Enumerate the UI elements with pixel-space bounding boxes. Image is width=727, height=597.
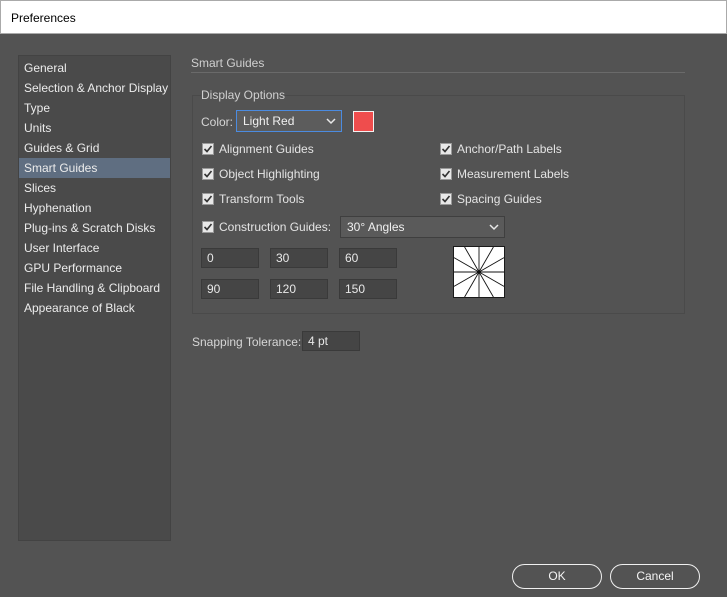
checkbox-checked-icon: [202, 221, 214, 233]
checkbox-checked-icon: [440, 168, 452, 180]
construction-guides-checkbox[interactable]: Construction Guides:: [202, 220, 331, 234]
chevron-down-icon: [488, 217, 500, 237]
sidebar-item-guides-grid[interactable]: Guides & Grid: [19, 138, 170, 158]
sidebar-item-type[interactable]: Type: [19, 98, 170, 118]
checkbox-checked-icon: [202, 168, 214, 180]
title-bar: Preferences: [0, 0, 727, 34]
display-options-label: Display Options: [201, 88, 286, 102]
section-divider: [191, 72, 685, 73]
chevron-down-icon: [325, 111, 337, 131]
spacing-guides-checkbox[interactable]: Spacing Guides: [440, 192, 542, 206]
angle-field-1[interactable]: 0: [201, 248, 259, 268]
object-highlighting-label: Object Highlighting: [219, 167, 320, 181]
checkbox-checked-icon: [202, 193, 214, 205]
sidebar-item-user-interface[interactable]: User Interface: [19, 238, 170, 258]
checkbox-checked-icon: [202, 143, 214, 155]
angle-field-4[interactable]: 90: [201, 279, 259, 299]
checkbox-checked-icon: [440, 193, 452, 205]
angle-field-3[interactable]: 60: [339, 248, 397, 268]
spacing-guides-label: Spacing Guides: [457, 192, 542, 206]
sidebar-item-slices[interactable]: Slices: [19, 178, 170, 198]
sidebar-item-selection-anchor-display[interactable]: Selection & Anchor Display: [19, 78, 170, 98]
alignment-guides-checkbox[interactable]: Alignment Guides: [202, 142, 314, 156]
section-title: Smart Guides: [191, 56, 265, 70]
color-dropdown[interactable]: Light Red: [236, 110, 342, 132]
alignment-guides-label: Alignment Guides: [219, 142, 314, 156]
sidebar-item-hyphenation[interactable]: Hyphenation: [19, 198, 170, 218]
angle-field-2[interactable]: 30: [270, 248, 328, 268]
transform-tools-label: Transform Tools: [219, 192, 305, 206]
sidebar-item-general[interactable]: General: [19, 58, 170, 78]
construction-guides-label: Construction Guides:: [219, 220, 332, 234]
measurement-labels-checkbox[interactable]: Measurement Labels: [440, 167, 569, 181]
color-label: Color:: [201, 115, 234, 129]
sidebar-item-plugins-scratch-disks[interactable]: Plug-ins & Scratch Disks: [19, 218, 170, 238]
snapping-tolerance-label: Snapping Tolerance:: [192, 335, 302, 349]
anchor-path-labels-checkbox[interactable]: Anchor/Path Labels: [440, 142, 562, 156]
checkbox-checked-icon: [440, 143, 452, 155]
ok-button[interactable]: OK: [512, 564, 602, 589]
sidebar-item-gpu-performance[interactable]: GPU Performance: [19, 258, 170, 278]
transform-tools-checkbox[interactable]: Transform Tools: [202, 192, 304, 206]
sidebar-item-file-handling-clipboard[interactable]: File Handling & Clipboard: [19, 278, 170, 298]
angles-preview: [453, 246, 505, 298]
window-title: Preferences: [11, 11, 76, 25]
color-dropdown-value: Light Red: [243, 114, 295, 128]
angle-field-5[interactable]: 120: [270, 279, 328, 299]
angle-field-6[interactable]: 150: [339, 279, 397, 299]
snapping-tolerance-input[interactable]: 4 pt: [302, 331, 360, 351]
sidebar-item-units[interactable]: Units: [19, 118, 170, 138]
sidebar-item-appearance-of-black[interactable]: Appearance of Black: [19, 298, 170, 318]
sidebar-item-smart-guides[interactable]: Smart Guides: [19, 158, 170, 178]
cancel-button[interactable]: Cancel: [610, 564, 700, 589]
angle-preview-icon: [453, 246, 505, 298]
measurement-labels-label: Measurement Labels: [457, 167, 570, 181]
construction-guides-value: 30° Angles: [347, 220, 405, 234]
anchor-path-labels-label: Anchor/Path Labels: [457, 142, 562, 156]
object-highlighting-checkbox[interactable]: Object Highlighting: [202, 167, 320, 181]
color-swatch[interactable]: [353, 111, 374, 132]
dialog-body: General Selection & Anchor Display Type …: [0, 34, 727, 597]
construction-guides-dropdown[interactable]: 30° Angles: [340, 216, 505, 238]
category-sidebar: General Selection & Anchor Display Type …: [18, 55, 171, 541]
